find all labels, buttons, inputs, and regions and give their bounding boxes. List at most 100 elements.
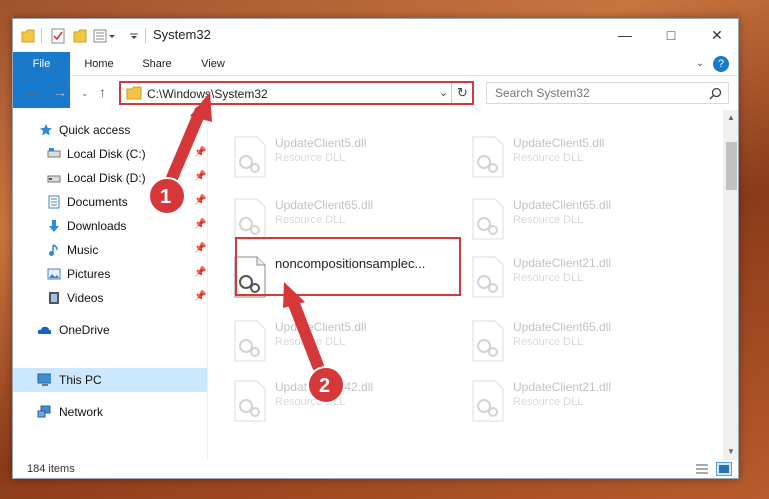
file-item[interactable]: UpdateClient21.dll Resource DLL <box>461 374 691 430</box>
minimize-button[interactable]: — <box>602 19 648 52</box>
dll-file-icon <box>234 198 266 240</box>
file-name: UpdateClient42.dll <box>275 380 374 394</box>
file-type: Resource DLL <box>513 272 584 284</box>
tab-share[interactable]: Share <box>131 52 183 76</box>
help-icon[interactable]: ? <box>713 56 729 72</box>
address-divider <box>451 83 452 103</box>
file-item[interactable]: UpdateClient65.dll Resource DLL <box>461 192 691 248</box>
sidebar-item-label: This PC <box>59 373 102 387</box>
pin-icon[interactable]: 📌 <box>194 291 206 302</box>
chevron-down-icon[interactable] <box>129 28 139 44</box>
drive-icon <box>47 175 61 183</box>
tab-view[interactable]: View <box>187 52 239 76</box>
computer-icon <box>37 373 51 386</box>
expand-ribbon-icon[interactable]: ⌄ <box>693 52 707 76</box>
file-highlight-box <box>235 237 461 296</box>
sidebar-item-label: Network <box>59 405 104 419</box>
file-name: UpdateClient5.dll <box>275 320 367 334</box>
properties-icon[interactable] <box>51 28 65 44</box>
sidebar-item-label: Videos <box>67 291 104 305</box>
file-type: Resource DLL <box>513 214 584 226</box>
scrollbar-thumb[interactable] <box>726 142 737 190</box>
file-item[interactable]: UpdateClient42.dll Resource DLL <box>223 374 453 430</box>
file-name: UpdateClient65.dll <box>513 198 612 212</box>
file-type: Resource DLL <box>275 336 346 348</box>
videos-icon <box>49 292 59 304</box>
forward-arrow-icon[interactable]: → <box>53 84 67 100</box>
pin-icon[interactable]: 📌 <box>194 195 206 206</box>
sidebar-item-quick-access[interactable]: Quick access <box>13 118 207 142</box>
file-type: Resource DLL <box>513 152 584 164</box>
sidebar-item-this-pc[interactable]: This PC <box>13 368 207 392</box>
sidebar-item-local-disk-c[interactable]: Local Disk (C:) 📌 <box>13 142 207 166</box>
drive-icon <box>47 148 61 158</box>
details-view-icon[interactable] <box>695 463 709 475</box>
cloud-icon <box>37 326 51 334</box>
sidebar-item-label: Music <box>67 243 99 257</box>
sidebar-item-network[interactable]: Network <box>13 400 207 424</box>
explorer-window: System32 — □ ✕ File Home Share View ⌄ ? … <box>12 18 739 479</box>
back-arrow-icon[interactable]: ← <box>25 84 39 100</box>
sidebar-item-label: Documents <box>67 195 128 209</box>
scroll-up-icon[interactable]: ▲ <box>727 113 735 122</box>
music-icon <box>49 244 58 256</box>
file-item[interactable]: UpdateClient21.dll Resource DLL <box>461 250 691 306</box>
large-icons-view-icon[interactable] <box>716 462 732 476</box>
dll-file-icon <box>234 136 266 178</box>
pin-icon[interactable]: 📌 <box>194 219 206 230</box>
file-type: Resource DLL <box>275 396 346 408</box>
sidebar-item-videos[interactable]: Videos 📌 <box>13 286 207 310</box>
ribbon: File Home Share View ⌄ ? <box>13 52 738 108</box>
address-bar[interactable]: C:\Windows\System32 ⌄ ↻ <box>119 81 474 105</box>
sidebar-item-downloads[interactable]: Downloads 📌 <box>13 214 207 238</box>
title-bar: System32 — □ ✕ <box>13 19 738 52</box>
file-item[interactable]: UpdateClient5.dll Resource DLL <box>461 130 691 186</box>
sidebar-item-documents[interactable]: Documents 📌 <box>13 190 207 214</box>
dll-file-icon <box>234 320 266 362</box>
dll-file-icon <box>472 136 504 178</box>
navigation-bar: ← → ⌄ ↑ C:\Windows\System32 ⌄ ↻ Search S… <box>13 76 738 110</box>
file-name: UpdateClient65.dll <box>275 198 374 212</box>
tab-home[interactable]: Home <box>73 52 125 76</box>
sidebar-item-label: OneDrive <box>59 323 110 337</box>
vertical-scrollbar[interactable]: ▲ ▼ <box>723 110 738 460</box>
scroll-down-icon[interactable]: ▼ <box>727 447 735 456</box>
sidebar-item-onedrive[interactable]: OneDrive <box>13 318 207 342</box>
refresh-icon[interactable]: ↻ <box>457 85 468 101</box>
sidebar-item-label: Downloads <box>67 219 127 233</box>
navigation-pane: Quick access Local Disk (C:) 📌 Local Dis… <box>13 110 207 460</box>
chevron-down-icon[interactable]: ⌄ <box>439 86 448 99</box>
file-item[interactable]: UpdateClient65.dll Resource DLL <box>461 314 691 370</box>
search-input[interactable]: Search System32 <box>486 82 729 104</box>
pin-icon[interactable]: 📌 <box>194 147 206 158</box>
sidebar-item-label: Local Disk (D:) <box>67 171 146 185</box>
search-placeholder: Search System32 <box>495 86 590 100</box>
toolbar-divider <box>41 28 42 44</box>
dll-file-icon <box>472 198 504 240</box>
sidebar-item-local-disk-d[interactable]: Local Disk (D:) 📌 <box>13 166 207 190</box>
new-folder-icon[interactable] <box>73 28 87 44</box>
file-item[interactable]: UpdateClient5.dll Resource DLL <box>223 314 453 370</box>
pictures-icon <box>47 268 61 280</box>
pin-icon[interactable]: 📌 <box>194 171 206 182</box>
file-type: Resource DLL <box>513 336 584 348</box>
pin-icon[interactable]: 📌 <box>194 267 206 278</box>
sidebar-item-pictures[interactable]: Pictures 📌 <box>13 262 207 286</box>
file-name: UpdateClient21.dll <box>513 256 612 270</box>
file-item[interactable]: UpdateClient5.dll Resource DLL <box>223 130 453 186</box>
sidebar-item-label: Pictures <box>67 267 111 281</box>
maximize-button[interactable]: □ <box>648 19 694 52</box>
up-arrow-icon[interactable]: ↑ <box>99 84 106 100</box>
dll-file-icon <box>472 380 504 422</box>
pin-icon[interactable]: 📌 <box>194 243 206 254</box>
recent-locations-icon[interactable]: ⌄ <box>81 88 89 99</box>
file-name: UpdateClient5.dll <box>513 136 605 150</box>
close-button[interactable]: ✕ <box>694 19 738 52</box>
pane-divider <box>207 110 208 460</box>
sidebar-item-label: Quick access <box>59 123 131 137</box>
file-type: Resource DLL <box>275 214 346 226</box>
sidebar-item-music[interactable]: Music 📌 <box>13 238 207 262</box>
folder-icon <box>21 29 35 43</box>
search-icon[interactable] <box>709 87 722 100</box>
customize-toolbar-icon[interactable] <box>93 28 117 44</box>
